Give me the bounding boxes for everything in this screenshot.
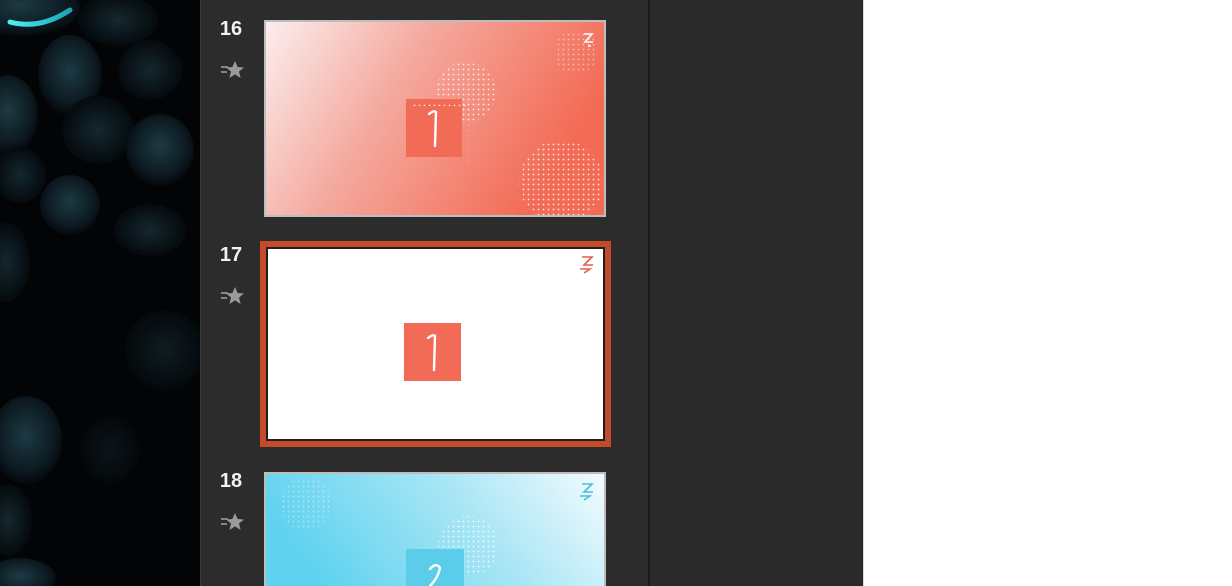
slide-row-16[interactable]: 16 — [201, 0, 649, 226]
slide-canvas[interactable] — [863, 0, 1232, 586]
slide-row-17[interactable]: 17 — [201, 226, 649, 452]
star-transition-icon — [221, 287, 244, 304]
slide-preview — [266, 247, 605, 441]
canvas-background — [650, 0, 863, 586]
slide-preview — [266, 474, 604, 586]
slide-thumbnail[interactable] — [264, 472, 606, 586]
star-transition-icon — [221, 61, 244, 78]
star-transition-icon — [221, 513, 244, 530]
slide-number: 18 — [219, 470, 243, 492]
slide-preview — [266, 22, 604, 215]
slide-thumbnail-selected[interactable] — [260, 241, 611, 447]
slide-number: 17 — [219, 244, 243, 266]
slide-number: 16 — [219, 18, 243, 40]
desktop-wallpaper — [0, 0, 200, 586]
slide-row-18[interactable]: 18 — [201, 452, 649, 586]
app-window: 16 17 18 — [0, 0, 1232, 586]
slide-navigator[interactable]: 16 17 18 — [200, 0, 649, 586]
slide-thumbnail[interactable] — [264, 20, 606, 217]
